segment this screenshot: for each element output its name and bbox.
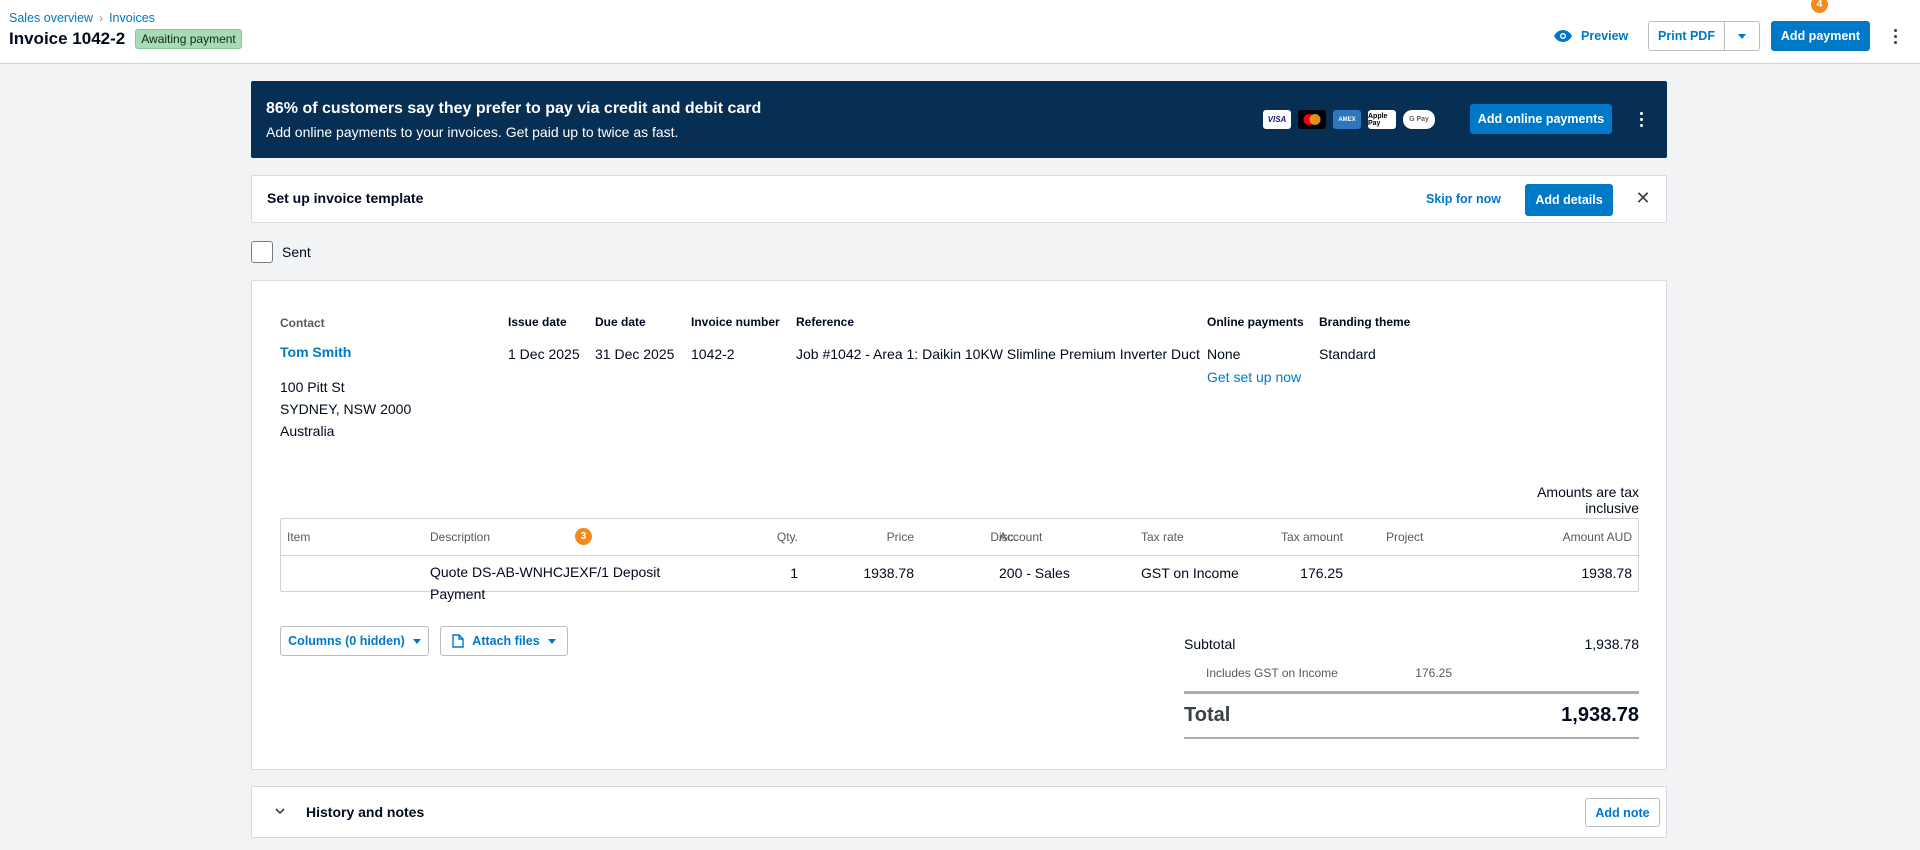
- contact-name-link[interactable]: Tom Smith: [280, 344, 351, 360]
- print-pdf-button[interactable]: Print PDF: [1648, 21, 1725, 51]
- column-qty: Qty.: [776, 530, 798, 544]
- apple-pay-logo: Apple Pay: [1368, 110, 1396, 129]
- branding-theme-value: Standard: [1319, 346, 1376, 362]
- preview-label: Preview: [1581, 29, 1629, 43]
- column-description: Description: [430, 530, 491, 544]
- column-account: Account: [999, 530, 1043, 544]
- subtotal-label: Subtotal: [1184, 636, 1236, 652]
- invoice-number-value: 1042-2: [691, 346, 735, 362]
- sent-checkbox[interactable]: [251, 241, 273, 263]
- amex-logo: AMEX: [1333, 110, 1361, 129]
- columns-button-label: Columns (0 hidden): [288, 634, 405, 648]
- row-tax-amount: 176.25: [1300, 565, 1343, 581]
- row-description-line-2: Payment: [430, 586, 486, 602]
- subtotal-value: 1,938.78: [1584, 636, 1640, 652]
- line-items-table: Item Description 3 Qty. Price Disc. Acco…: [280, 518, 1639, 602]
- gst-value: 176.25: [1415, 666, 1452, 680]
- sent-label: Sent: [282, 244, 311, 260]
- file-icon: [452, 634, 464, 648]
- columns-dropdown-button[interactable]: Columns (0 hidden): [280, 626, 429, 656]
- sent-checkbox-row: Sent: [251, 241, 311, 263]
- row-account[interactable]: 200 - Sales: [999, 565, 1070, 581]
- add-note-button[interactable]: Add note: [1585, 798, 1660, 827]
- breadcrumb-invoices[interactable]: Invoices: [109, 11, 155, 25]
- skip-for-now-link[interactable]: Skip for now: [1426, 192, 1501, 206]
- chevron-down-icon: [547, 638, 556, 644]
- row-qty[interactable]: 1: [721, 565, 798, 581]
- add-online-payments-button[interactable]: Add online payments: [1470, 104, 1612, 134]
- row-tax-rate[interactable]: GST on Income: [1141, 565, 1239, 581]
- invoice-panel: Contact Issue date Due date Invoice numb…: [251, 280, 1667, 770]
- issue-date-label: Issue date: [508, 315, 567, 329]
- visa-logo: VISA: [1263, 110, 1291, 129]
- description-count-badge: 3: [575, 528, 592, 545]
- online-payments-value: None: [1207, 346, 1241, 362]
- due-date-value: 31 Dec 2025: [595, 346, 675, 362]
- total-label: Total: [1184, 704, 1231, 726]
- breadcrumb-separator-icon: ›: [99, 11, 104, 25]
- print-options-dropdown[interactable]: [1724, 21, 1760, 51]
- row-price[interactable]: 1938.78: [821, 565, 914, 581]
- template-bar-title: Set up invoice template: [267, 190, 424, 206]
- column-item: Item: [287, 530, 311, 544]
- add-details-button[interactable]: Add details: [1525, 184, 1613, 216]
- status-badge: Awaiting payment: [135, 29, 242, 49]
- amounts-tax-note: Amounts are tax inclusive: [1537, 484, 1639, 516]
- history-title[interactable]: History and notes: [306, 804, 424, 820]
- breadcrumb-sales-overview[interactable]: Sales overview: [9, 11, 93, 25]
- eye-icon: [1554, 30, 1572, 42]
- address-line-1: 100 Pitt St: [280, 379, 345, 395]
- contact-label: Contact: [280, 316, 325, 330]
- history-and-notes-panel: History and notes Add note: [251, 786, 1667, 838]
- google-pay-logo: G Pay: [1403, 110, 1435, 129]
- totals-bottom-rule: [1184, 737, 1639, 739]
- attach-files-button[interactable]: Attach files: [440, 626, 568, 656]
- page-header: Sales overview › Invoices Invoice 1042-2…: [0, 0, 1920, 64]
- breadcrumb: Sales overview › Invoices: [9, 11, 155, 25]
- close-icon[interactable]: ✕: [1634, 188, 1652, 208]
- chevron-down-icon[interactable]: [274, 805, 286, 817]
- banner-more-icon[interactable]: [1636, 109, 1646, 129]
- branding-theme-label: Branding theme: [1319, 315, 1411, 329]
- column-price: Price: [886, 530, 914, 544]
- totals-divider: [1184, 691, 1639, 694]
- address-line-2: SYDNEY, NSW 2000: [280, 401, 412, 417]
- reference-value: Job #1042 - Area 1: Daikin 10KW Slimline…: [796, 346, 1200, 362]
- due-date-label: Due date: [595, 315, 646, 329]
- attach-files-label: Attach files: [472, 634, 540, 648]
- mastercard-logo: [1298, 110, 1326, 129]
- banner-headline: 86% of customers say they prefer to pay …: [266, 100, 762, 117]
- more-vertical-icon[interactable]: [1888, 26, 1902, 46]
- invoice-template-bar: Set up invoice template Skip for now Add…: [251, 175, 1667, 223]
- total-value: 1,938.78: [1561, 704, 1639, 726]
- column-project: Project: [1386, 530, 1424, 544]
- issue-date-value: 1 Dec 2025: [508, 346, 580, 362]
- get-set-up-link[interactable]: Get set up now: [1207, 369, 1301, 385]
- address-line-3: Australia: [280, 423, 335, 439]
- online-payments-banner: 86% of customers say they prefer to pay …: [251, 81, 1667, 158]
- add-payment-count-badge: 4: [1811, 0, 1828, 13]
- add-payment-button[interactable]: Add payment: [1771, 21, 1870, 51]
- table-header: Item Description 3 Qty. Price Disc. Acco…: [281, 519, 1638, 556]
- row-description[interactable]: Quote DS-AB-WNHCJEXF/1 Deposit Payment: [430, 561, 660, 605]
- gst-label: Includes GST on Income: [1206, 666, 1338, 680]
- column-tax-rate: Tax rate: [1141, 530, 1184, 544]
- page-title: Invoice 1042-2: [9, 29, 126, 48]
- reference-label: Reference: [796, 315, 855, 329]
- banner-subtext: Add online payments to your invoices. Ge…: [266, 124, 679, 140]
- payment-card-logos: VISA AMEX Apple Pay G Pay: [1263, 110, 1435, 129]
- chevron-down-icon: [1738, 33, 1746, 39]
- preview-button[interactable]: Preview: [1554, 21, 1628, 51]
- column-amount: Amount AUD: [1562, 530, 1632, 544]
- column-tax-amount: Tax amount: [1280, 530, 1343, 544]
- invoice-number-label: Invoice number: [691, 315, 780, 329]
- row-amount[interactable]: 1938.78: [1481, 565, 1632, 581]
- row-description-line-1: Quote DS-AB-WNHCJEXF/1 Deposit: [430, 564, 661, 580]
- chevron-down-icon: [412, 638, 421, 644]
- online-payments-label: Online payments: [1207, 315, 1304, 329]
